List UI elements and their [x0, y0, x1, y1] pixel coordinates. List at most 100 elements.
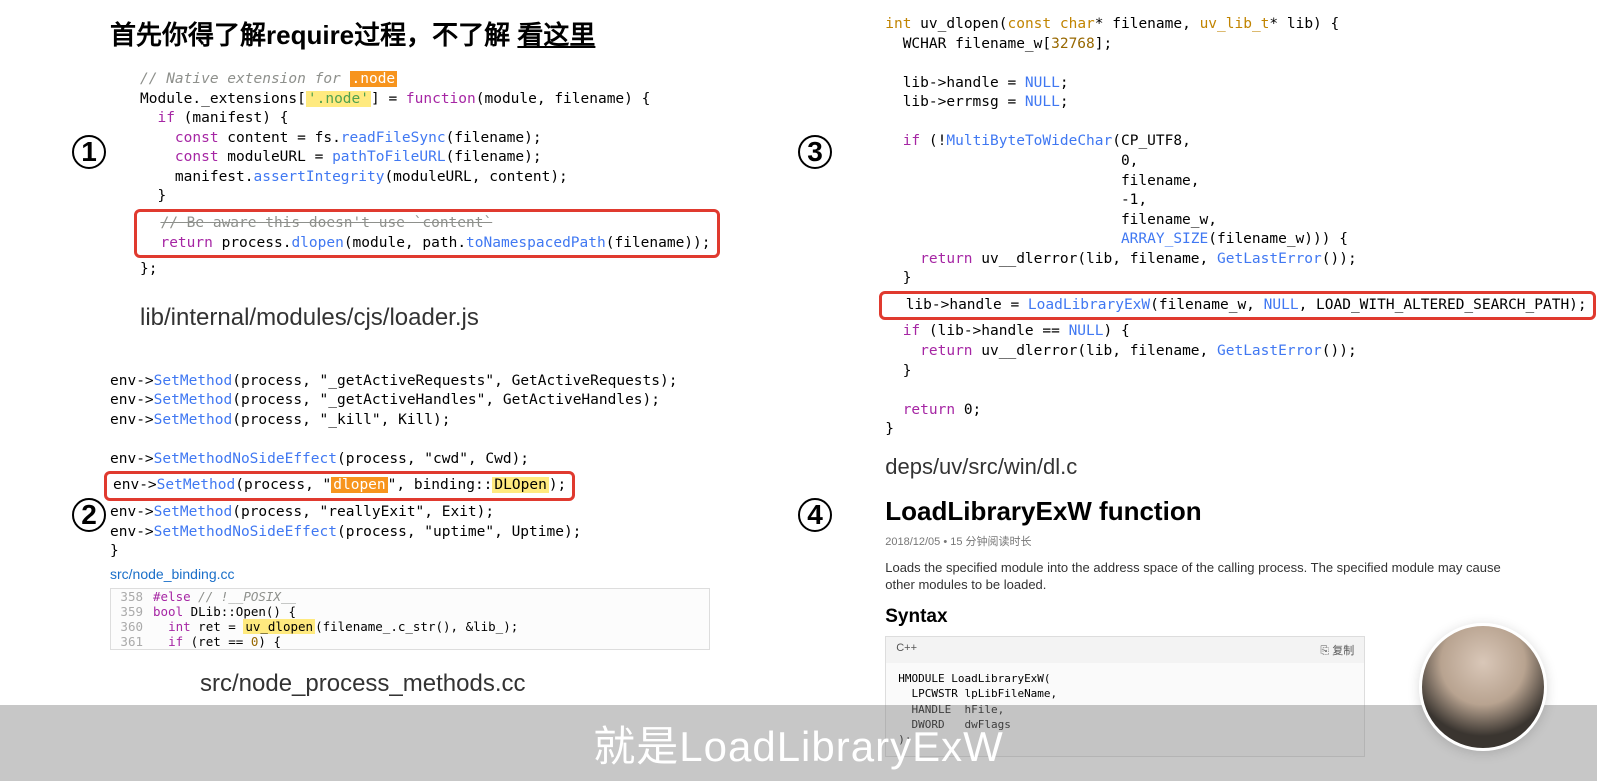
code-text: DLib::Open() { — [183, 604, 296, 619]
code-text: (process, "reallyExit", Exit); — [232, 504, 494, 520]
highlight-ext-string: '.node' — [306, 91, 371, 107]
code-text: (filename_w))) { — [1208, 231, 1348, 247]
kw-char: char — [1051, 16, 1095, 32]
kw-const: const — [1007, 16, 1051, 32]
syntax-header: C++ ⎘ 复制 — [886, 637, 1364, 663]
code-text: ()); — [1322, 251, 1357, 267]
code-text: env-> — [110, 451, 154, 467]
code-text: (module, filename) { — [476, 91, 651, 107]
highlight-node-ext: .node — [350, 71, 398, 87]
fn-tonamespacedpath: toNamespacedPath — [466, 235, 606, 251]
heading-link[interactable]: 看这里 — [517, 20, 595, 50]
path-label-2: src/node_process_methods.cc — [200, 670, 823, 698]
code-text: content = fs. — [219, 130, 341, 146]
highlight-dlopen-str: dlopen — [331, 477, 387, 493]
presenter-avatar — [1419, 623, 1547, 751]
marker-3: 3 — [798, 135, 832, 169]
fn-getlasterror: GetLastError — [1217, 251, 1322, 267]
code-text: ()); — [1322, 343, 1357, 359]
code-text: (process, "_getActiveRequests", GetActiv… — [232, 373, 677, 389]
code-text: manifest. — [175, 169, 254, 185]
fn-arraysize: ARRAY_SIZE — [1121, 231, 1208, 247]
fn-dlopen: dlopen — [291, 235, 343, 251]
subtitle-bar: 就是LoadLibraryExW — [0, 705, 1597, 781]
fn-assertintegrity: assertIntegrity — [254, 169, 385, 185]
code-text: (filename); — [446, 149, 542, 165]
line-number: 358 — [111, 589, 153, 604]
kw-null: NULL — [1264, 297, 1299, 313]
line-number: 359 — [111, 604, 153, 619]
code-text: (filename_w, — [1150, 297, 1264, 313]
left-column: 首先你得了解require过程，不了解 看这里 // Native extens… — [70, 15, 843, 705]
code-text: WCHAR filename_w[ — [903, 36, 1051, 52]
kw-if: if — [168, 634, 183, 649]
fn-mbtwc: MultiByteToWideChar — [946, 133, 1112, 149]
kw-else: #else — [153, 589, 191, 604]
code-block-3: int uv_dlopen(const char* filename, uv_l… — [885, 15, 1589, 440]
kw-return: return — [920, 251, 972, 267]
code-text: filename_w, — [1121, 212, 1217, 228]
code-text: (filename); — [446, 130, 542, 146]
code-text: uv__dlerror — [973, 343, 1078, 359]
code-text: env-> — [110, 392, 154, 408]
code-brace: } — [110, 543, 119, 559]
code-block-2: env->SetMethod(process, "_getActiveReque… — [110, 372, 823, 562]
kw-int: int — [168, 619, 191, 634]
code-text: env-> — [110, 412, 154, 428]
struck-comment: // Be aware this doesn't use `content` — [160, 215, 492, 231]
code-text: ); — [549, 477, 566, 493]
code-text: (lib, filename, — [1077, 251, 1217, 267]
code-text: env-> — [110, 524, 154, 540]
source-link[interactable]: src/node_binding.cc — [110, 566, 823, 582]
mini-line: 361 if (ret == 0) { — [111, 634, 709, 649]
code-brace: } — [885, 421, 894, 437]
doc-meta: 2018/12/05 • 15 分钟阅读时长 — [885, 533, 1589, 549]
num-literal: 32768 — [1051, 36, 1095, 52]
redbox-dlopen-call: // Be aware this doesn't use `content` r… — [134, 209, 720, 258]
fn-setmethod: SetMethod — [154, 392, 233, 408]
type-uvlibt: uv_lib_t — [1200, 16, 1270, 32]
fn-pathtofileurl: pathToFileURL — [332, 149, 446, 165]
right-column: int uv_dlopen(const char* filename, uv_l… — [843, 15, 1589, 705]
heading-prefix: 首先你得了解require过程，不了解 — [110, 20, 510, 50]
mini-code-snippet: 358#else // !__POSIX__ 359bool DLib::Ope… — [110, 588, 710, 650]
code-text: * filename, — [1095, 16, 1200, 32]
redbox-dlopen-bind: env->SetMethod(process, "dlopen", bindin… — [104, 471, 575, 501]
code-text: (filename_.c_str(), &lib_); — [315, 619, 518, 634]
code-text: uv__dlerror — [973, 251, 1078, 267]
code-brace: }; — [140, 261, 157, 277]
code-text: env-> — [110, 504, 154, 520]
subtitle-text: 就是LoadLibraryExW — [593, 713, 1003, 774]
code-text: , LOAD_WITH_ALTERED_SEARCH_PATH); — [1299, 297, 1587, 313]
kw-int: int — [885, 16, 911, 32]
fn-loadlibraryexw: LoadLibraryExW — [1028, 297, 1150, 313]
code-text: 0; — [955, 402, 981, 418]
code-text: (process, "uptime", Uptime); — [337, 524, 581, 540]
copy-button[interactable]: ⎘ 复制 — [1320, 642, 1354, 658]
code-text: (process, "_kill", Kill); — [232, 412, 450, 428]
kw-null: NULL — [1069, 323, 1104, 339]
code-block-1: // Native extension for .node Module._ex… — [140, 70, 823, 280]
path-label-1: lib/internal/modules/cjs/loader.js — [140, 304, 823, 332]
kw-return: return — [903, 402, 955, 418]
kw-function: function — [406, 91, 476, 107]
fn-setmethodnse: SetMethodNoSideEffect — [154, 451, 337, 467]
code-text: filename, — [1121, 173, 1200, 189]
code-text: 0, — [1121, 153, 1138, 169]
mini-line: 360 int ret = uv_dlopen(filename_.c_str(… — [111, 619, 709, 634]
code-text: -1, — [1121, 192, 1147, 208]
marker-4: 4 — [798, 498, 832, 532]
code-text: uv_dlopen — [911, 16, 998, 32]
highlight-dlopen-fn: DLOpen — [492, 477, 548, 493]
line-number: 360 — [111, 619, 153, 634]
syntax-lang: C++ — [896, 642, 917, 658]
fn-getlasterror: GetLastError — [1217, 343, 1322, 359]
doc-title: LoadLibraryExW function — [885, 496, 1589, 527]
fn-setmethod: SetMethod — [154, 504, 233, 520]
code-text: lib->errmsg = — [903, 94, 1025, 110]
code-text: * lib) { — [1269, 16, 1339, 32]
code-text: (manifest) { — [175, 110, 289, 126]
kw-if: if — [903, 323, 920, 339]
code-text: (module, path. — [344, 235, 466, 251]
copy-label: 复制 — [1332, 645, 1354, 657]
